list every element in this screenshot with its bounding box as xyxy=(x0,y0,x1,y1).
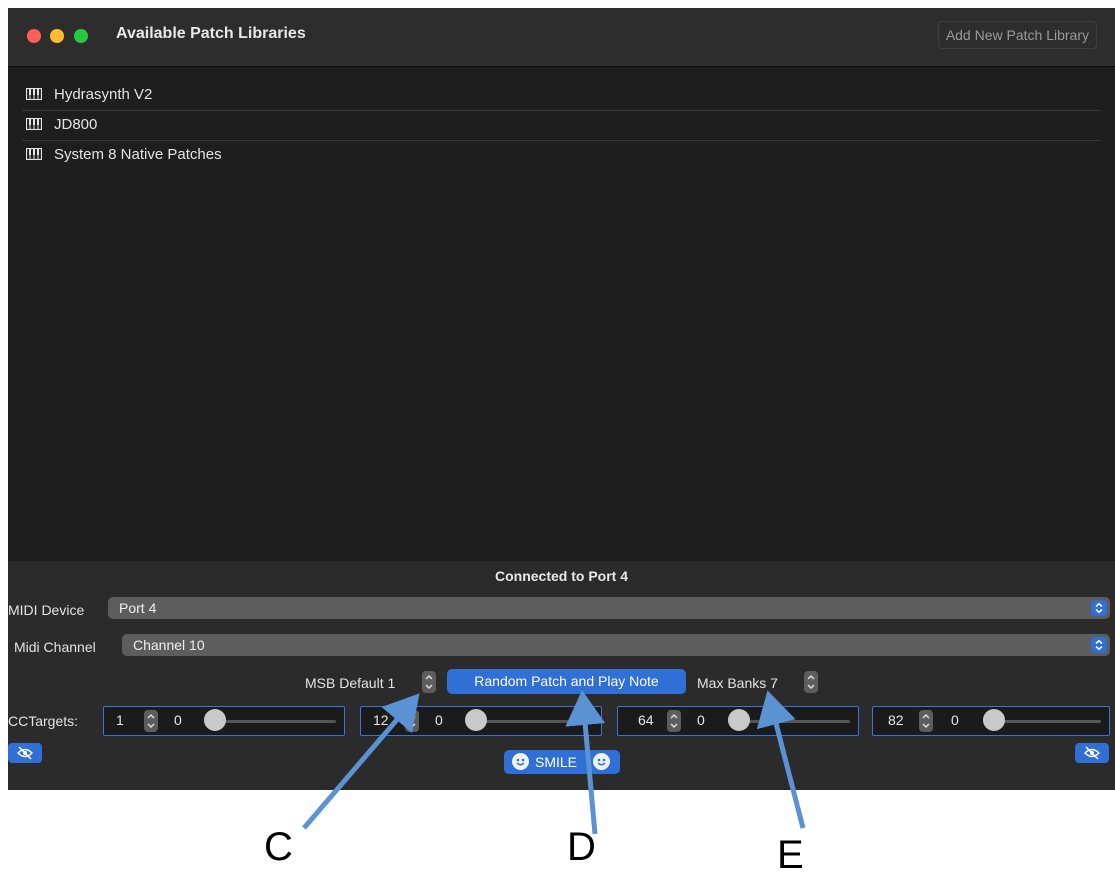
annotation-arrows xyxy=(302,690,806,835)
annotation-arrow-e xyxy=(756,690,806,829)
annotation-label-e: E xyxy=(777,833,804,877)
annotation-arrow-d xyxy=(565,690,606,835)
annotation-label-c: C xyxy=(264,825,293,869)
annotation-arrow-c xyxy=(302,693,420,830)
annotation-label-d: D xyxy=(567,825,596,869)
